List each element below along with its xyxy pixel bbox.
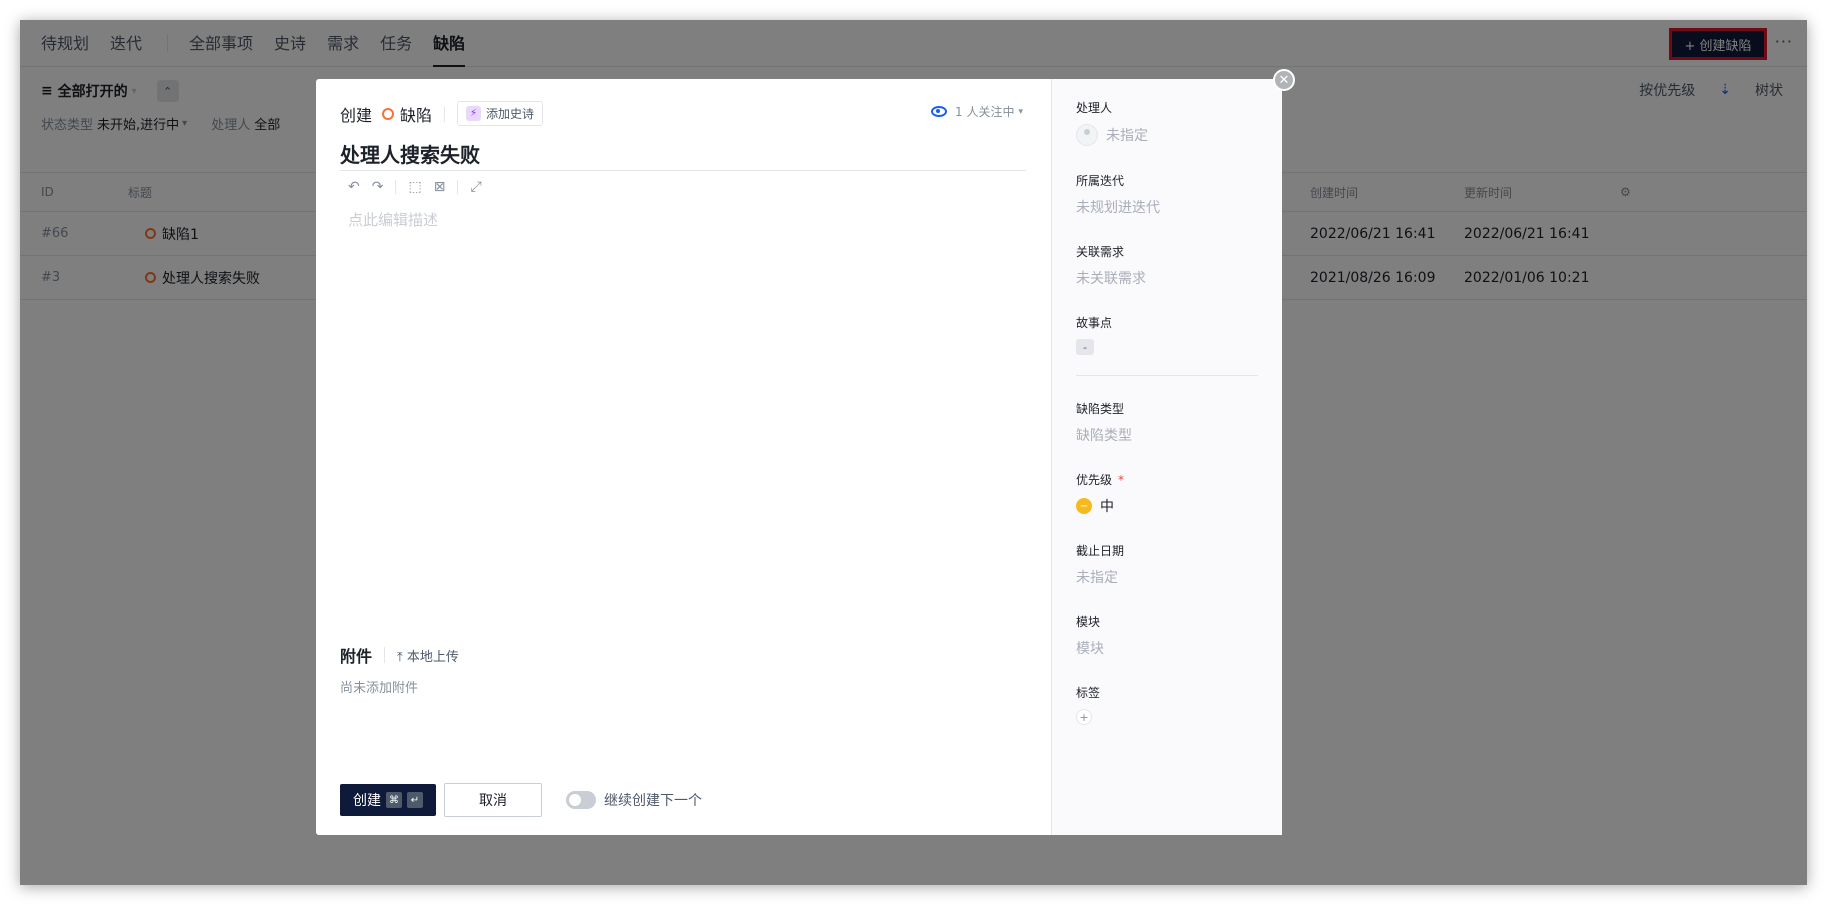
attachments-header: 附件 ⤒ 本地上传	[340, 643, 459, 667]
bug-type-icon	[382, 107, 395, 120]
issue-type-selector[interactable]: 缺陷	[400, 102, 432, 126]
required-marker: *	[1118, 473, 1125, 487]
lightning-icon: ⚡	[466, 106, 482, 121]
due-date-value[interactable]: 未指定	[1076, 567, 1258, 587]
description-editor[interactable]: 点此编辑描述	[348, 209, 438, 230]
watchers-label: 1 人关注中	[955, 105, 1015, 119]
modal-sidebar: 处理人 未指定 所属迭代 未规划进迭代 关联需求 未关联需求 故事点 - 缺陷类…	[1051, 79, 1282, 835]
eye-icon	[931, 106, 948, 117]
story-points-field: 故事点 -	[1076, 314, 1258, 355]
cancel-button[interactable]: 取消	[444, 783, 542, 817]
submit-create-button[interactable]: 创建 ⌘ ↵	[340, 784, 436, 816]
continue-create-label: 继续创建下一个	[604, 793, 702, 809]
requirement-value[interactable]: 未关联需求	[1076, 268, 1258, 288]
requirement-field: 关联需求 未关联需求	[1076, 243, 1258, 288]
add-epic-button[interactable]: ⚡ 添加史诗	[457, 101, 544, 126]
image-off-icon[interactable]: ⊠	[434, 179, 446, 195]
editor-toolbar: ↶ ↷ ⬚ ⊠ ⤢	[348, 179, 494, 195]
redo-icon[interactable]: ↷	[372, 179, 384, 195]
sidebar-divider	[1076, 375, 1258, 376]
bug-type-field: 缺陷类型 缺陷类型	[1076, 400, 1258, 445]
assignee-text: 未指定	[1106, 128, 1148, 144]
priority-value[interactable]: − 中	[1076, 496, 1258, 516]
modal-main: 创建 缺陷 ⚡ 添加史诗 1 人关注中 ▾ 处理人搜索失败 ↶ ↷ ⬚ ⊠ ⤢ …	[316, 79, 1051, 835]
tags-label: 标签	[1076, 686, 1101, 700]
bug-type-label: 缺陷类型	[1076, 402, 1125, 416]
module-label: 模块	[1076, 615, 1101, 629]
attachments-empty: 尚未添加附件	[340, 681, 419, 696]
priority-label: 优先级	[1076, 473, 1113, 487]
story-points-label: 故事点	[1076, 316, 1113, 330]
add-tag-icon[interactable]: +	[1076, 709, 1092, 725]
bug-type-value[interactable]: 缺陷类型	[1076, 425, 1258, 445]
priority-medium-icon: −	[1076, 498, 1092, 514]
expand-icon[interactable]: ⤢	[470, 179, 481, 195]
submit-create-label: 创建	[353, 793, 381, 809]
assignee-value[interactable]: 未指定	[1076, 124, 1258, 146]
requirement-label: 关联需求	[1076, 245, 1125, 259]
watchers[interactable]: 1 人关注中 ▾	[931, 103, 1023, 120]
iteration-field: 所属迭代 未规划进迭代	[1076, 172, 1258, 217]
upload-button[interactable]: ⤒ 本地上传	[397, 646, 459, 665]
command-key-icon: ⌘	[386, 792, 402, 808]
priority-text: 中	[1100, 499, 1114, 515]
enter-key-icon: ↵	[407, 792, 423, 808]
iteration-label: 所属迭代	[1076, 174, 1125, 188]
story-points-value[interactable]: -	[1076, 339, 1094, 355]
tags-field: 标签 +	[1076, 684, 1258, 725]
priority-field: 优先级 * − 中	[1076, 471, 1258, 516]
continue-create-toggle[interactable]	[566, 791, 596, 809]
title-input[interactable]: 处理人搜索失败	[340, 137, 1026, 171]
app-window: 待规划 迭代 全部事项 史诗 需求 任务 缺陷 + 创建缺陷 ··· ≡ 全部打…	[20, 20, 1807, 885]
module-value[interactable]: 模块	[1076, 638, 1258, 658]
create-bug-modal: 创建 缺陷 ⚡ 添加史诗 1 人关注中 ▾ 处理人搜索失败 ↶ ↷ ⬚ ⊠ ⤢ …	[316, 79, 1282, 835]
avatar	[1076, 124, 1098, 146]
modal-create-label: 创建	[340, 105, 373, 125]
upload-icon: ⤒	[397, 649, 407, 665]
chevron-down-icon: ▾	[1018, 106, 1023, 117]
iteration-value[interactable]: 未规划进迭代	[1076, 197, 1258, 217]
due-date-label: 截止日期	[1076, 544, 1125, 558]
undo-icon[interactable]: ↶	[348, 179, 360, 195]
assignee-label: 处理人	[1076, 101, 1113, 115]
attachments-title: 附件	[340, 647, 373, 666]
due-date-field: 截止日期 未指定	[1076, 542, 1258, 587]
modal-footer: 创建 ⌘ ↵ 取消 继续创建下一个	[340, 783, 702, 817]
modal-header: 创建 缺陷 ⚡ 添加史诗	[340, 101, 544, 126]
module-field: 模块 模块	[1076, 613, 1258, 658]
assignee-field: 处理人 未指定	[1076, 99, 1258, 146]
upload-label: 本地上传	[406, 649, 459, 665]
add-epic-label: 添加史诗	[486, 107, 535, 121]
select-icon[interactable]: ⬚	[408, 179, 421, 195]
close-icon[interactable]: ✕	[1273, 69, 1295, 91]
